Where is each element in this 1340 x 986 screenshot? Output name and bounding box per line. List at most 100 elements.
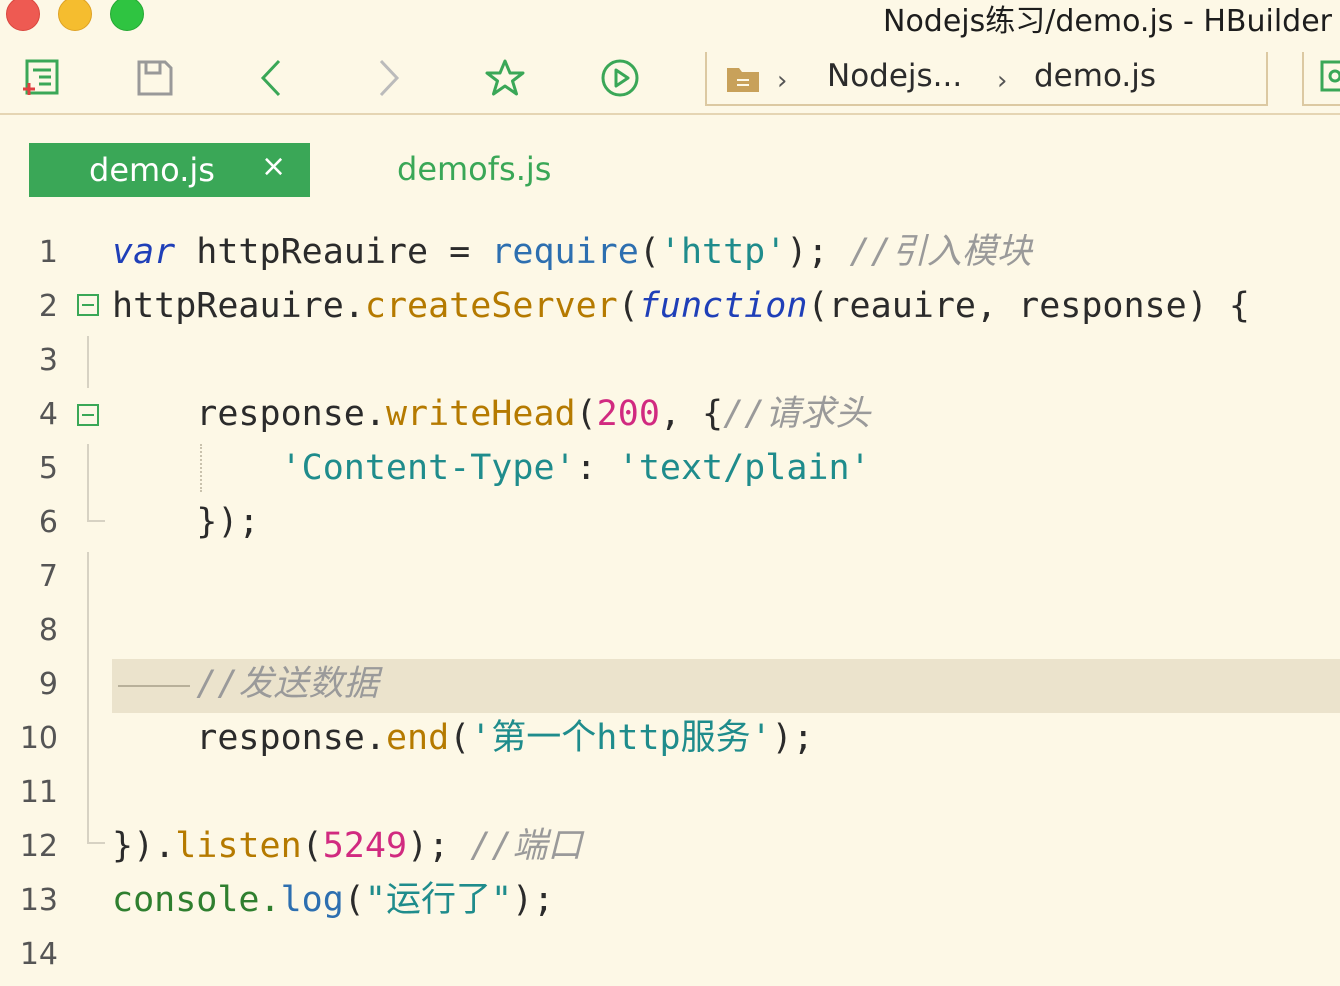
fold-guide-end: [87, 842, 105, 844]
code-token: });: [112, 502, 260, 542]
line-number: 5: [38, 451, 58, 486]
code-line[interactable]: });: [112, 495, 260, 549]
line-number: 10: [19, 721, 58, 756]
toolbar-overflow[interactable]: [1302, 52, 1340, 106]
line-number: 6: [38, 505, 58, 540]
code-token: response.: [112, 394, 386, 434]
run-icon: [601, 59, 639, 97]
code-line[interactable]: response.writeHead(200, {//请求头: [112, 387, 870, 441]
breadcrumb-project[interactable]: Nodejs...: [827, 58, 962, 94]
code-token: (: [449, 718, 471, 758]
code-token: );: [786, 232, 850, 272]
new-file-button[interactable]: [16, 54, 64, 102]
folder-icon[interactable]: [725, 64, 761, 94]
line-number-gutter: 1 2 3 4 5 6 7 8 9 10 11 12 13 14: [0, 222, 112, 986]
fold-toggle-icon[interactable]: [77, 404, 99, 426]
new-file-icon: [23, 59, 59, 95]
forward-icon: [379, 59, 400, 97]
code-token: "运行了": [364, 880, 513, 920]
code-line[interactable]: httpReauire.createServer(function(reauir…: [112, 279, 1250, 333]
forward-button[interactable]: [364, 54, 412, 102]
fold-toggle-icon[interactable]: [77, 294, 99, 316]
code-token: '第一个http服务': [470, 718, 772, 758]
breadcrumb-chevron-icon: ›: [997, 66, 1008, 96]
code-token: writeHead: [385, 394, 576, 434]
code-token: //端口: [470, 826, 583, 866]
code-token: //发送数据: [196, 664, 379, 704]
toolbar: › Nodejs... › demo.js: [0, 42, 1340, 112]
code-token: 'text/plain': [617, 448, 871, 488]
star-icon: [485, 59, 525, 96]
code-token: listen: [175, 826, 302, 866]
code-line[interactable]: var httpReauire = require('http'); //引入模…: [112, 225, 1032, 279]
code-token: );: [512, 880, 555, 920]
close-window-button[interactable]: [6, 0, 40, 31]
code-token: var: [112, 232, 176, 272]
code-token: :: [575, 448, 618, 488]
breadcrumb: › Nodejs... › demo.js: [705, 52, 1268, 106]
fold-guide-end: [87, 520, 105, 522]
code-token: require: [491, 232, 639, 272]
run-button[interactable]: [596, 54, 644, 102]
tab-demofs-js[interactable]: demofs.js: [397, 150, 551, 188]
code-token: 200: [596, 394, 660, 434]
toolbar-divider: [0, 113, 1340, 115]
code-line[interactable]: response.end('第一个http服务');: [112, 711, 814, 765]
line-number: 4: [38, 397, 58, 432]
tab-label: demo.js: [89, 151, 215, 189]
tab-demo-js[interactable]: demo.js ×: [29, 143, 310, 197]
code-token: );: [407, 826, 471, 866]
line-number: 2: [38, 289, 58, 324]
zoom-window-button[interactable]: [110, 0, 144, 31]
title-bar: Nodejs练习/demo.js - HBuilder: [0, 0, 1340, 39]
code-line[interactable]: console.log("运行了");: [112, 873, 554, 927]
code-token: (: [343, 880, 365, 920]
line-number: 8: [38, 613, 58, 648]
save-button[interactable]: [131, 54, 179, 102]
code-token: 'http': [659, 232, 787, 272]
line-number: 13: [19, 883, 58, 918]
code-line[interactable]: }).listen(5249); //端口: [112, 819, 582, 873]
code-token: );: [771, 718, 814, 758]
code-token: (: [301, 826, 323, 866]
save-icon: [137, 60, 173, 96]
line-number: 9: [38, 667, 58, 702]
line-number: 7: [38, 559, 58, 594]
code-token: (: [638, 232, 660, 272]
window-title: Nodejs练习/demo.js - HBuilder: [883, 4, 1332, 39]
code-token: function: [638, 286, 808, 326]
code-editor[interactable]: 1 2 3 4 5 6 7 8 9 10 11 12 13 14 var httpReauire = re…: [0, 222, 1340, 986]
breadcrumb-file[interactable]: demo.js: [1034, 58, 1156, 94]
preview-icon: [1320, 60, 1340, 92]
close-icon[interactable]: ×: [261, 149, 286, 184]
line-number: 12: [19, 829, 58, 864]
code-token: //引入模块: [849, 232, 1032, 272]
code-line[interactable]: //发送数据: [112, 657, 378, 711]
fold-guide: [87, 336, 89, 388]
fold-guide: [87, 444, 89, 520]
line-number: 1: [38, 235, 58, 270]
line-number: 14: [19, 937, 58, 972]
code-token: response.: [112, 718, 386, 758]
minimize-window-button[interactable]: [58, 0, 92, 31]
line-number: 3: [38, 343, 58, 378]
code-token: (: [617, 286, 639, 326]
code-token: httpReauire =: [175, 232, 492, 272]
code-token: (reauire, response) {: [807, 286, 1250, 326]
code-token: (: [575, 394, 597, 434]
code-token: log: [280, 880, 344, 920]
breadcrumb-chevron-icon: ›: [777, 66, 788, 96]
line-number: 11: [19, 775, 58, 810]
code-token: //请求头: [723, 394, 871, 434]
back-button[interactable]: [248, 54, 296, 102]
back-icon: [260, 59, 281, 97]
favorite-button[interactable]: [481, 54, 529, 102]
fold-guide: [87, 552, 89, 842]
code-line[interactable]: 'Content-Type': 'text/plain': [112, 441, 871, 495]
code-token: createServer: [364, 286, 618, 326]
code-token: 'Content-Type': [280, 448, 576, 488]
code-token: 5249: [322, 826, 408, 866]
code-token: console.: [112, 880, 281, 920]
